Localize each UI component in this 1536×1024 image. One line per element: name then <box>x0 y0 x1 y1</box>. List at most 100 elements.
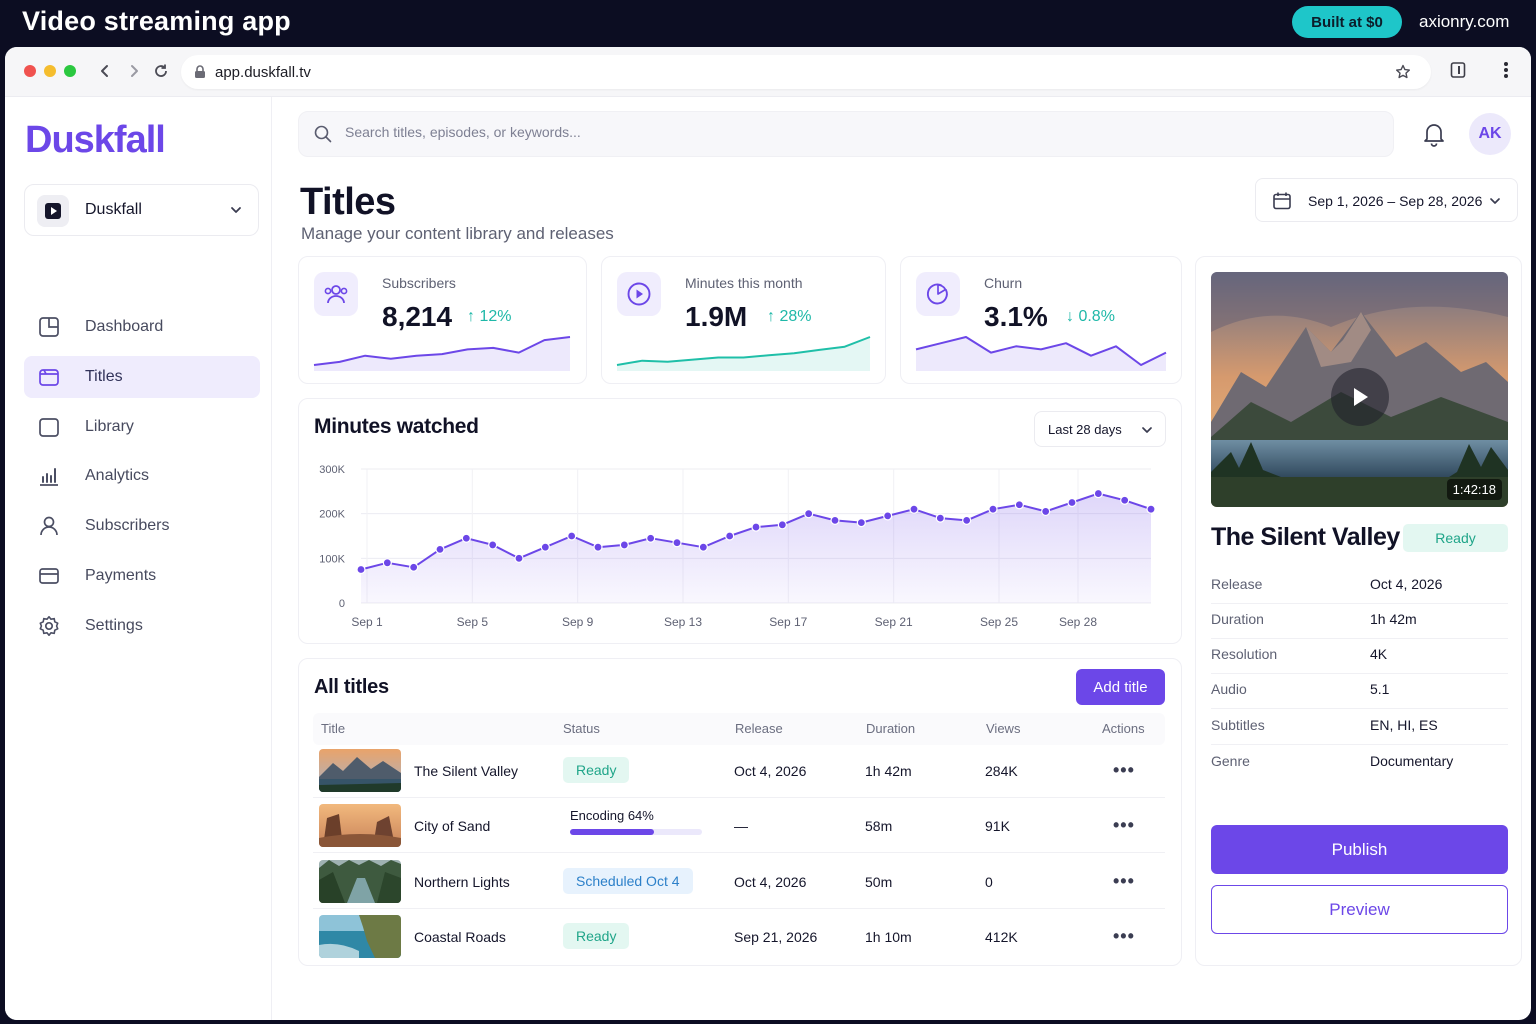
column-header-views[interactable]: Views <box>986 721 1020 736</box>
workspace-label: Duskfall <box>85 201 142 218</box>
minutes-watched-card: Minutes watched Last 28 days 0 100K 200K 30… <box>298 398 1182 644</box>
column-header-actions: Actions <box>1102 721 1145 736</box>
sidebar-item-subscribers[interactable]: Subscribers <box>24 505 260 547</box>
data-point[interactable] <box>540 542 550 552</box>
data-point[interactable] <box>804 509 814 519</box>
card-icon <box>39 568 59 584</box>
data-point[interactable] <box>1093 488 1103 499</box>
more-actions-icon[interactable]: ••• <box>1113 815 1135 836</box>
add-title-button[interactable]: Add title <box>1076 669 1165 705</box>
data-point[interactable] <box>1146 504 1156 514</box>
data-point[interactable] <box>698 542 708 552</box>
video-preview-player[interactable]: 1:42:18 <box>1211 272 1508 507</box>
data-point[interactable] <box>619 540 629 550</box>
avatar[interactable]: AK <box>1469 113 1511 155</box>
close-window-button[interactable] <box>24 65 36 77</box>
data-point[interactable] <box>909 504 919 514</box>
more-actions-icon[interactable]: ••• <box>1113 871 1135 892</box>
date-range-picker[interactable]: Sep 1, 2026 – Sep 28, 2026 <box>1255 178 1518 222</box>
sidebar-item-dashboard[interactable]: Dashboard <box>24 306 260 348</box>
promo-badge[interactable]: Built at $0 <box>1292 6 1402 38</box>
data-point[interactable] <box>356 564 366 575</box>
title-name[interactable]: Northern Lights <box>414 874 510 890</box>
data-point[interactable] <box>409 562 419 572</box>
column-header-title[interactable]: Title <box>321 721 345 736</box>
table-row[interactable]: Coastal Roads Ready Sep 21, 2026 1h 10m … <box>313 910 1165 964</box>
data-point[interactable] <box>962 515 972 525</box>
data-point[interactable] <box>646 533 656 543</box>
sidebar-item-analytics[interactable]: Analytics <box>24 455 260 497</box>
back-icon[interactable] <box>93 58 117 84</box>
data-point[interactable] <box>514 553 524 563</box>
table-row[interactable]: Northern Lights Scheduled Oct 4 Oct 4, 2… <box>313 855 1165 909</box>
reload-icon[interactable] <box>149 58 173 84</box>
data-point[interactable] <box>461 533 471 543</box>
data-point[interactable] <box>593 542 603 552</box>
maximize-window-button[interactable] <box>64 65 76 77</box>
data-point[interactable] <box>830 515 840 525</box>
data-point[interactable] <box>935 513 945 523</box>
column-header-duration[interactable]: Duration <box>866 721 915 736</box>
preview-button[interactable]: Preview <box>1211 885 1508 934</box>
more-actions-icon[interactable]: ••• <box>1113 926 1135 947</box>
data-point[interactable] <box>777 520 787 530</box>
encoding-progress-bar <box>570 829 702 835</box>
publish-button[interactable]: Publish <box>1211 825 1508 874</box>
title-name[interactable]: The Silent Valley <box>414 763 518 779</box>
address-bar[interactable]: app.duskfall.tv <box>181 55 1431 89</box>
minimize-window-button[interactable] <box>44 65 56 77</box>
sidebar-item-library[interactable]: Library <box>24 406 260 448</box>
bookmark-star-icon[interactable] <box>1395 64 1411 80</box>
browser-menu-icon[interactable] <box>1503 61 1509 79</box>
data-point[interactable] <box>1014 500 1024 510</box>
release-date: Oct 4, 2026 <box>734 874 807 890</box>
title-name[interactable]: City of Sand <box>414 818 490 834</box>
column-header-release[interactable]: Release <box>735 721 783 736</box>
release-date: Sep 21, 2026 <box>734 929 818 945</box>
column-header-status[interactable]: Status <box>563 721 600 736</box>
meta-row-duration: Duration 1h 42m <box>1211 604 1508 639</box>
chevron-down-icon <box>1142 427 1152 433</box>
app-logo[interactable]: Duskfall <box>25 119 166 162</box>
table-row[interactable]: City of Sand Encoding 64% — 58m 91K ••• <box>313 799 1165 853</box>
views: 0 <box>985 874 993 890</box>
data-point[interactable] <box>435 544 445 555</box>
data-point[interactable] <box>1067 497 1077 508</box>
sidebar-item-label: Library <box>85 418 134 435</box>
sidebar-item-label: Subscribers <box>85 517 170 534</box>
sidebar-item-payments[interactable]: Payments <box>24 555 260 597</box>
x-tick-label: Sep 28 <box>1059 615 1097 629</box>
title-name[interactable]: Coastal Roads <box>414 929 506 945</box>
data-point[interactable] <box>751 522 761 532</box>
promo-site[interactable]: axionry.com <box>1419 12 1509 32</box>
data-point[interactable] <box>988 504 998 514</box>
sidebar-item-settings[interactable]: Settings <box>24 605 260 647</box>
stat-label: Churn <box>984 275 1023 291</box>
sidebar-item-titles[interactable]: Titles <box>24 356 260 398</box>
forward-icon[interactable] <box>122 58 146 84</box>
data-point[interactable] <box>672 538 682 548</box>
data-point[interactable] <box>725 531 735 541</box>
sparkline-area <box>916 337 1166 371</box>
views: 91K <box>985 818 1010 834</box>
play-icon[interactable] <box>1331 368 1389 426</box>
x-tick-label: Sep 13 <box>664 615 702 629</box>
search-input[interactable] <box>345 124 1345 140</box>
data-point[interactable] <box>1120 495 1130 505</box>
table-row[interactable]: The Silent Valley Ready Oct 4, 2026 1h 4… <box>313 744 1165 798</box>
data-point[interactable] <box>883 511 893 521</box>
data-point[interactable] <box>1041 506 1051 517</box>
notification-bell-icon[interactable] <box>1422 121 1446 147</box>
sidepanel-icon[interactable] <box>1450 61 1466 79</box>
data-point[interactable] <box>567 531 577 541</box>
status-badge: Scheduled Oct 4 <box>563 868 693 894</box>
data-point[interactable] <box>488 540 498 550</box>
workspace-switcher[interactable]: Duskfall <box>24 184 259 236</box>
data-point[interactable] <box>856 517 866 528</box>
more-actions-icon[interactable]: ••• <box>1113 760 1135 781</box>
range-select[interactable]: Last 28 days <box>1034 411 1166 447</box>
search-bar[interactable] <box>298 111 1394 157</box>
data-point[interactable] <box>382 558 392 568</box>
analytics-icon <box>40 468 58 486</box>
lock-icon <box>195 65 205 78</box>
